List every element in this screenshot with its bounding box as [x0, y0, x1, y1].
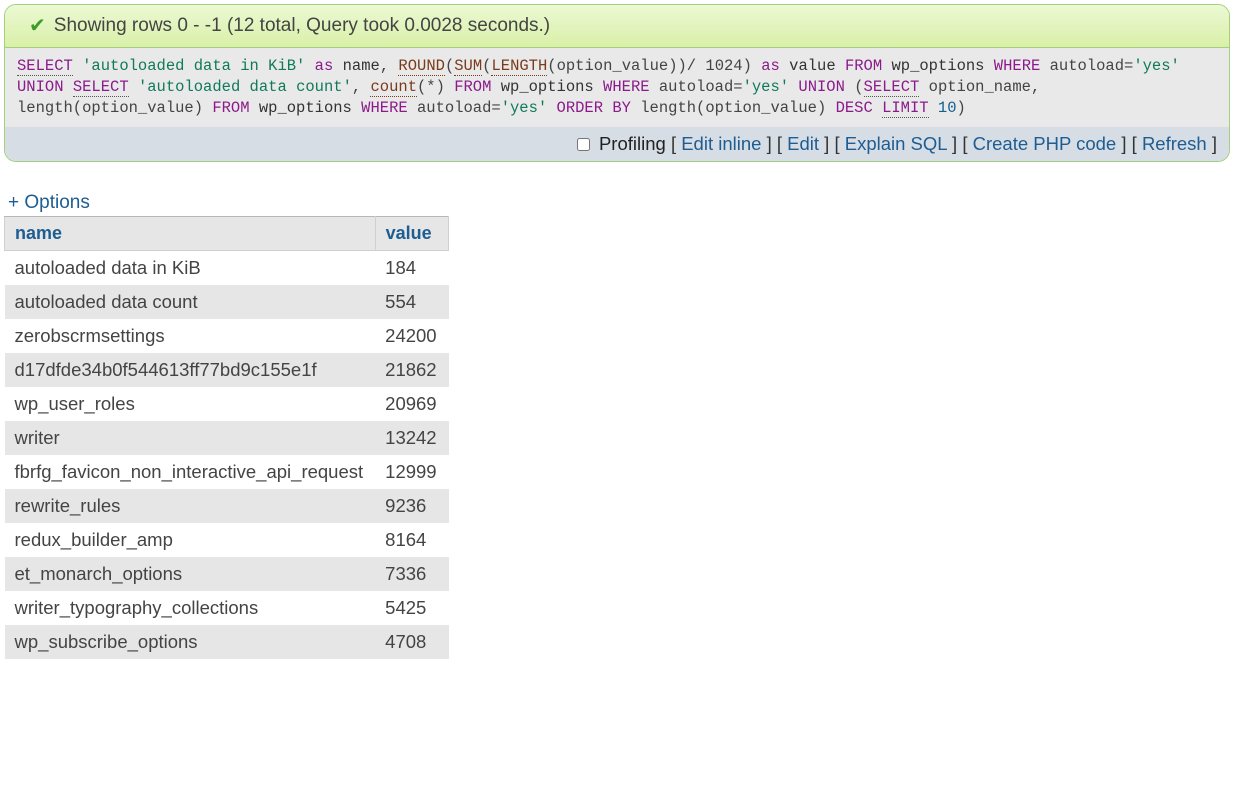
- sql-keyword: DESC: [826, 99, 882, 117]
- sql-keyword: SELECT: [17, 57, 73, 76]
- cell-name: autoloaded data in KiB: [5, 250, 376, 285]
- sql-function: count: [370, 78, 417, 97]
- sql-keyword: SELECT: [73, 78, 129, 97]
- edit-inline-link[interactable]: Edit inline: [681, 133, 761, 154]
- sql-table: wp_options: [891, 57, 984, 75]
- sql-text: (*): [417, 78, 445, 96]
- sql-string: 'yes': [1133, 57, 1180, 75]
- cell-name: rewrite_rules: [5, 489, 376, 523]
- cell-value: 12999: [375, 455, 448, 489]
- table-row[interactable]: wp_user_roles20969: [5, 387, 449, 421]
- sql-text: (: [854, 78, 863, 96]
- query-result-panel: ✔ Showing rows 0 - -1 (12 total, Query t…: [4, 4, 1230, 162]
- sql-number: 10: [929, 99, 957, 117]
- sql-text: name: [343, 57, 380, 75]
- table-header-row: name value: [5, 216, 449, 250]
- column-header-value[interactable]: value: [375, 216, 448, 250]
- cell-name: zerobscrmsettings: [5, 319, 376, 353]
- sql-keyword: WHERE: [594, 78, 659, 96]
- sql-text: value: [789, 57, 836, 75]
- sql-function: SUM: [454, 57, 482, 76]
- column-header-name[interactable]: name: [5, 216, 376, 250]
- sql-text: ,: [380, 57, 399, 75]
- cell-value: 24200: [375, 319, 448, 353]
- cell-value: 13242: [375, 421, 448, 455]
- cell-value: 9236: [375, 489, 448, 523]
- table-row[interactable]: autoloaded data in KiB184: [5, 250, 449, 285]
- results-table: name value autoloaded data in KiB184auto…: [4, 216, 449, 659]
- cell-name: autoloaded data count: [5, 285, 376, 319]
- sql-text: length(option_value): [640, 99, 826, 117]
- edit-link[interactable]: Edit: [787, 133, 819, 154]
- sql-keyword: FROM: [203, 99, 259, 117]
- table-row[interactable]: writer_typography_collections5425: [5, 591, 449, 625]
- profiling-label: Profiling: [599, 133, 666, 154]
- sql-keyword: WHERE: [984, 57, 1049, 75]
- sql-text: ,: [352, 78, 371, 96]
- sql-string: 'yes': [743, 78, 790, 96]
- sql-table: wp_options: [259, 99, 352, 117]
- create-php-link[interactable]: Create PHP code: [973, 133, 1117, 154]
- cell-name: wp_subscribe_options: [5, 625, 376, 659]
- sql-string: 'yes': [501, 99, 548, 117]
- cell-value: 4708: [375, 625, 448, 659]
- sql-keyword: FROM: [445, 78, 501, 96]
- sql-keyword: UNION: [789, 78, 854, 96]
- table-row[interactable]: et_monarch_options7336: [5, 557, 449, 591]
- check-icon: ✔: [29, 16, 46, 36]
- sql-text: autoload=: [417, 99, 501, 117]
- table-row[interactable]: wp_subscribe_options4708: [5, 625, 449, 659]
- sql-query-box: SELECT 'autoloaded data in KiB' as name,…: [5, 48, 1229, 127]
- sql-text: as: [305, 57, 342, 75]
- sql-keyword: ORDER BY: [547, 99, 640, 117]
- cell-name: et_monarch_options: [5, 557, 376, 591]
- cell-value: 21862: [375, 353, 448, 387]
- table-row[interactable]: redux_builder_amp8164: [5, 523, 449, 557]
- success-message: Showing rows 0 - -1 (12 total, Query too…: [54, 15, 550, 37]
- cell-name: d17dfde34b0f544613ff77bd9c155e1f: [5, 353, 376, 387]
- sql-keyword: SELECT: [864, 78, 920, 97]
- sql-keyword: LIMIT: [882, 99, 929, 118]
- cell-value: 8164: [375, 523, 448, 557]
- table-row[interactable]: autoloaded data count554: [5, 285, 449, 319]
- sql-string: 'autoloaded data in KiB': [82, 57, 305, 75]
- sql-text: autoload=: [659, 78, 743, 96]
- table-row[interactable]: zerobscrmsettings24200: [5, 319, 449, 353]
- sql-action-row: Profiling [ Edit inline ] [ Edit ] [ Exp…: [5, 127, 1229, 161]
- table-row[interactable]: writer13242: [5, 421, 449, 455]
- sql-keyword: FROM: [836, 57, 892, 75]
- table-row[interactable]: rewrite_rules9236: [5, 489, 449, 523]
- sql-function: ROUND: [398, 57, 445, 76]
- sql-table: wp_options: [501, 78, 594, 96]
- sql-function: LENGTH: [491, 57, 547, 76]
- profiling-checkbox[interactable]: [577, 138, 590, 151]
- sql-text: ): [957, 99, 966, 117]
- cell-value: 184: [375, 250, 448, 285]
- explain-sql-link[interactable]: Explain SQL: [845, 133, 947, 154]
- success-bar: ✔ Showing rows 0 - -1 (12 total, Query t…: [5, 5, 1229, 48]
- cell-value: 554: [375, 285, 448, 319]
- sql-text: (option_value))/ 1024): [547, 57, 752, 75]
- cell-value: 20969: [375, 387, 448, 421]
- cell-name: fbrfg_favicon_non_interactive_api_reques…: [5, 455, 376, 489]
- table-row[interactable]: d17dfde34b0f544613ff77bd9c155e1f21862: [5, 353, 449, 387]
- sql-string: 'autoloaded data count': [138, 78, 352, 96]
- cell-value: 5425: [375, 591, 448, 625]
- sql-keyword: WHERE: [352, 99, 417, 117]
- sql-text: (: [445, 57, 454, 75]
- cell-name: redux_builder_amp: [5, 523, 376, 557]
- cell-name: wp_user_roles: [5, 387, 376, 421]
- options-toggle[interactable]: + Options: [8, 192, 1234, 214]
- table-row[interactable]: fbrfg_favicon_non_interactive_api_reques…: [5, 455, 449, 489]
- cell-value: 7336: [375, 557, 448, 591]
- sql-text: autoload=: [1050, 57, 1134, 75]
- cell-name: writer_typography_collections: [5, 591, 376, 625]
- refresh-link[interactable]: Refresh: [1142, 133, 1207, 154]
- sql-keyword: as: [752, 57, 789, 75]
- cell-name: writer: [5, 421, 376, 455]
